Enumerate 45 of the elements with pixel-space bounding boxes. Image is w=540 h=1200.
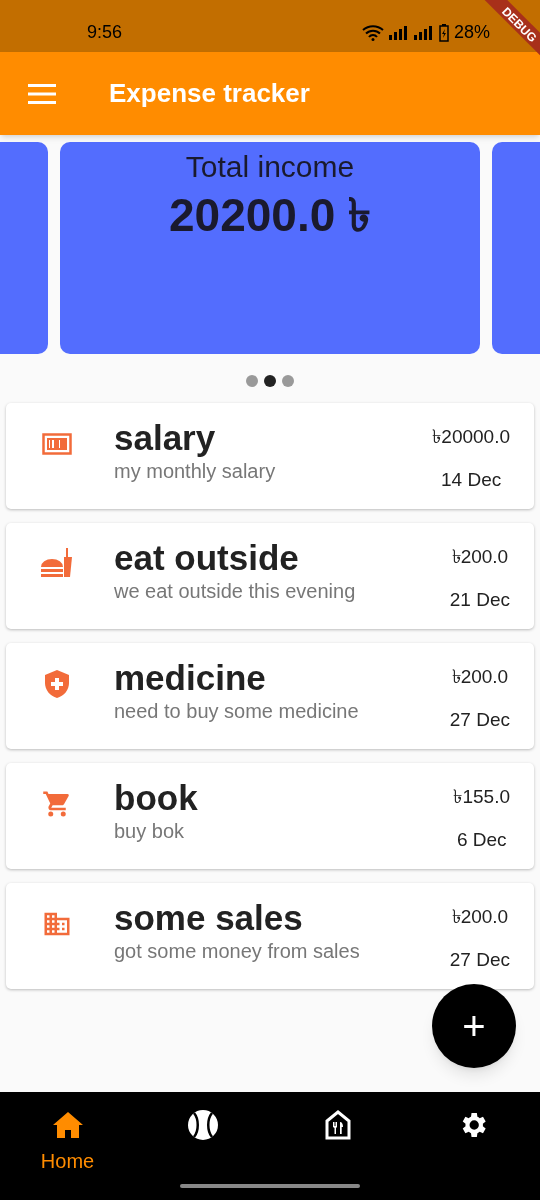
transaction-date: 6 Dec	[456, 827, 507, 852]
wifi-icon	[361, 24, 384, 41]
battery-icon	[438, 23, 449, 42]
transaction-amount: ৳200.0	[451, 665, 509, 689]
income-card[interactable]: Total income 20200.0 ৳	[60, 142, 480, 354]
transaction-note: need to buy some medicine	[114, 699, 360, 723]
transaction-card[interactable]: eat outside we eat outside this evening ৳200.0 21 Dec	[6, 523, 534, 629]
banknote-icon	[42, 433, 72, 455]
transaction-amount: ৳20000.0	[432, 425, 510, 449]
transaction-note: we eat outside this evening	[114, 579, 357, 603]
transaction-date: 27 Dec	[449, 707, 510, 732]
transaction-amount: ৳200.0	[451, 905, 509, 929]
ball-icon	[186, 1109, 219, 1141]
transaction-card[interactable]: some sales got some money from sales ৳200.0 27 Dec	[6, 883, 534, 989]
home-icon	[51, 1111, 84, 1139]
transaction-title: medicine	[114, 657, 267, 699]
add-button[interactable]: +	[432, 984, 516, 1068]
transaction-date: 27 Dec	[449, 947, 510, 972]
transaction-date: 21 Dec	[449, 587, 510, 612]
cart-icon	[42, 789, 72, 819]
transaction-title: book	[114, 777, 199, 819]
transaction-title: eat outside	[114, 537, 300, 579]
menu-button[interactable]	[28, 82, 56, 105]
nav-tab[interactable]: Home	[0, 1092, 135, 1176]
transaction-title: salary	[114, 417, 217, 459]
clock: 9:56	[87, 21, 123, 44]
transaction-title: some sales	[114, 897, 304, 939]
restaurant-house-icon	[324, 1110, 351, 1140]
transaction-card[interactable]: book buy bok ৳155.0 6 Dec	[6, 763, 534, 869]
app-title: Expense tracker	[109, 77, 310, 110]
transaction-card[interactable]: salary my monthly salary ৳20000.0 14 Dec	[6, 403, 534, 509]
transaction-date: 14 Dec	[441, 467, 502, 492]
card-title: Total income	[185, 149, 355, 185]
income-amount: 20200.0 ৳	[168, 189, 372, 241]
transaction-amount: ৳200.0	[451, 545, 509, 569]
transaction-card[interactable]: medicine need to buy some medicine ৳200.0 27 Dec	[6, 643, 534, 749]
battery-level: 28%	[453, 21, 490, 44]
signal-icon	[388, 25, 409, 40]
shield-cross-icon	[44, 669, 70, 699]
transaction-note: my monthly salary	[114, 459, 277, 483]
transaction-note: buy bok	[114, 819, 186, 843]
transaction-amount: ৳155.0	[453, 785, 510, 809]
signal-icon	[413, 25, 434, 40]
transaction-note: got some money from sales	[114, 939, 361, 963]
menu-icon	[28, 82, 56, 105]
